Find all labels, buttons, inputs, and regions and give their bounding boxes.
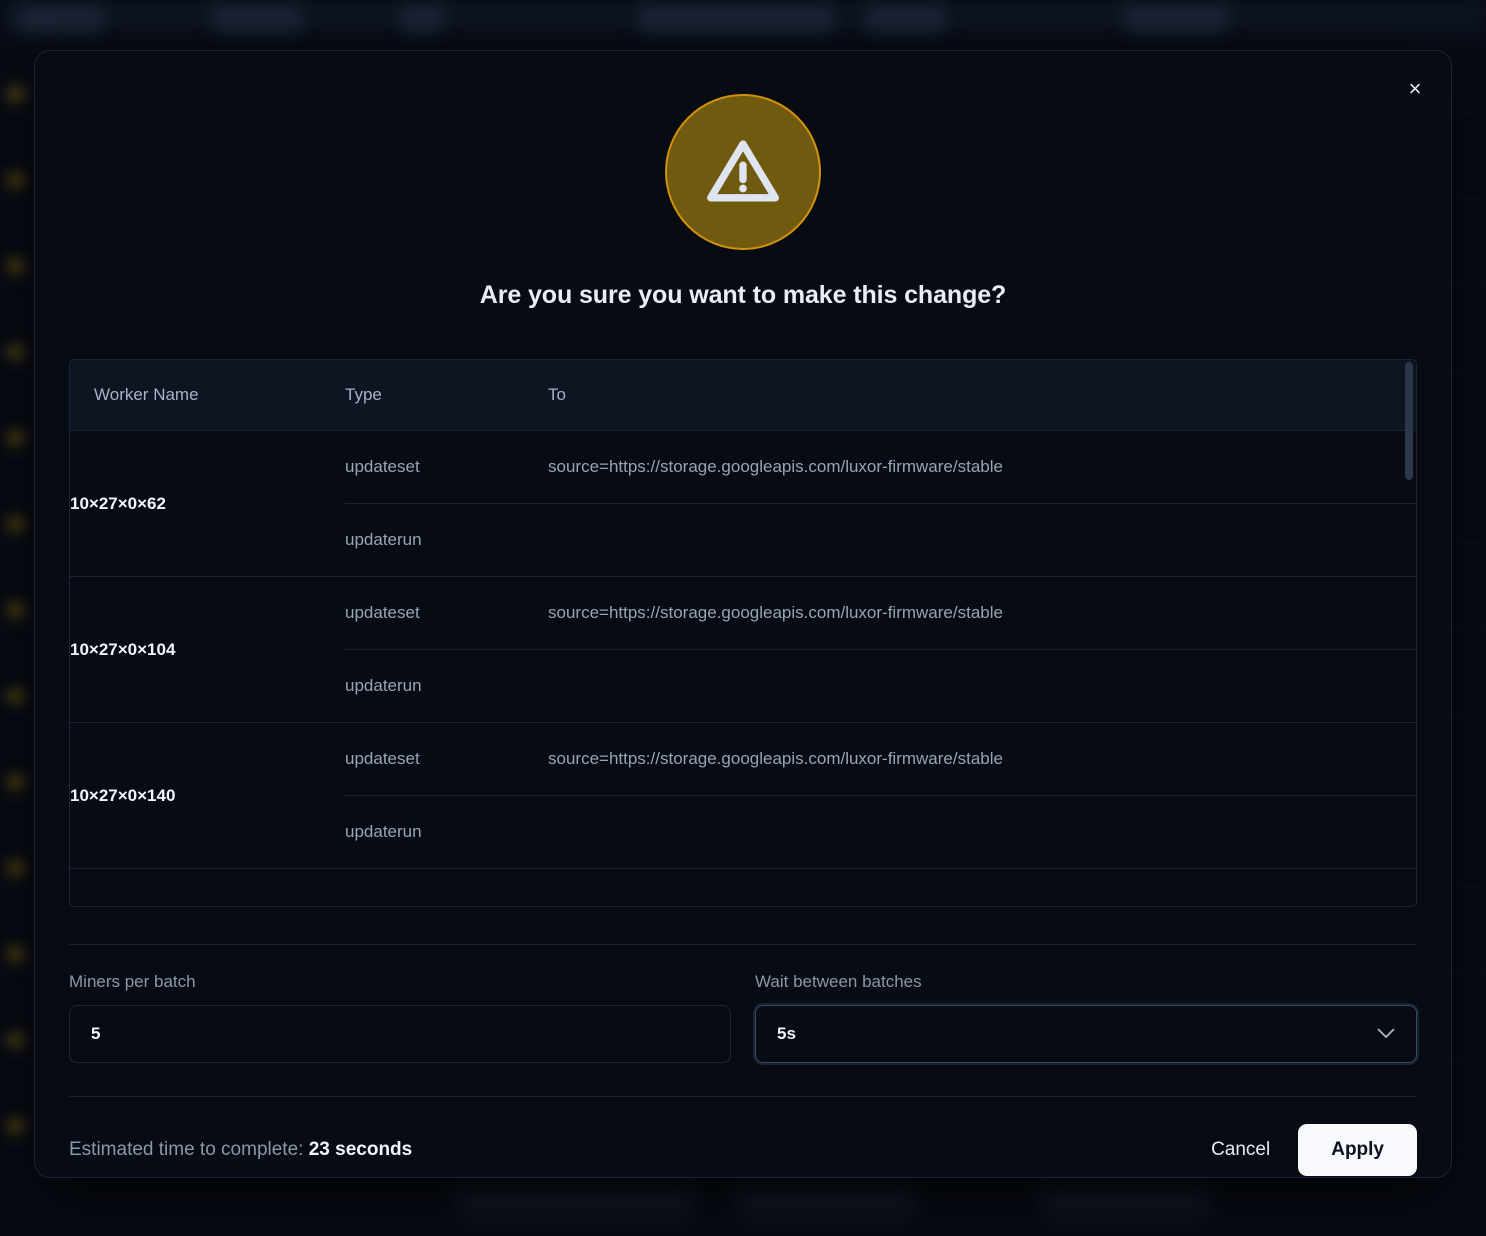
entry-type: updaterun — [345, 650, 548, 723]
entry-row: updateset source=https://storage.googlea… — [345, 431, 1416, 504]
estimated-time-label: Estimated time to complete: — [69, 1139, 303, 1160]
table-body: 10×27×0×62 updateset source=https://stor… — [70, 431, 1416, 907]
table-row-partial — [70, 869, 1416, 907]
entry-type: updateset — [345, 431, 548, 504]
confirmation-modal: × Are you sure you want to make this cha… — [34, 50, 1452, 1178]
backdrop-blob — [1040, 1186, 1210, 1218]
warning-triangle-icon — [665, 94, 821, 250]
modal-footer: Estimated time to complete: 23 seconds C… — [69, 1096, 1417, 1176]
worker-name-cell: 10×27×0×140 — [70, 723, 345, 869]
entry-to — [548, 504, 1416, 577]
backdrop-status-dot — [8, 774, 24, 790]
entry-to — [548, 796, 1416, 869]
backdrop-status-dot — [8, 430, 24, 446]
entry-to: source=https://storage.googleapis.com/lu… — [548, 431, 1416, 504]
wait-between-batches-value: 5s — [777, 1024, 796, 1044]
wait-between-batches-label: Wait between batches — [755, 972, 1417, 992]
backdrop-blob — [455, 1186, 695, 1218]
entry-to — [548, 650, 1416, 723]
backdrop-status-dot — [8, 860, 24, 876]
entry-to: source=https://storage.googleapis.com/lu… — [548, 577, 1416, 650]
backdrop-chip — [866, 6, 946, 32]
table-row: 10×27×0×104 updateset source=https://sto… — [70, 577, 1416, 723]
worker-name-cell: 10×27×0×104 — [70, 577, 345, 723]
entry-row: updateset source=https://storage.googlea… — [345, 723, 1416, 796]
table-header-row: Worker Name Type To — [70, 360, 1416, 431]
miners-per-batch-label: Miners per batch — [69, 972, 731, 992]
table-row: 10×27×0×140 updateset source=https://sto… — [70, 723, 1416, 869]
table-scrollbar[interactable] — [1405, 362, 1413, 906]
column-header-to: To — [548, 360, 1416, 431]
table-row: 10×27×0×62 updateset source=https://stor… — [70, 431, 1416, 577]
backdrop-chip — [400, 6, 444, 32]
backdrop-status-dot — [8, 602, 24, 618]
entry-type-partial — [345, 869, 548, 907]
table-scrollbar-thumb[interactable] — [1405, 362, 1413, 480]
estimated-time: Estimated time to complete: 23 seconds — [69, 1139, 412, 1161]
entry-row: updaterun — [345, 650, 1416, 723]
changes-table-region: Worker Name Type To 10×27×0×62 updateset… — [69, 359, 1417, 907]
wait-between-batches-field: Wait between batches 5s — [755, 972, 1417, 1063]
wait-between-batches-select[interactable]: 5s — [755, 1005, 1417, 1063]
entry-type: updaterun — [345, 796, 548, 869]
backdrop-status-dot — [8, 172, 24, 188]
backdrop-status-dot — [8, 1032, 24, 1048]
column-header-worker-name: Worker Name — [70, 360, 345, 431]
apply-button[interactable]: Apply — [1298, 1124, 1417, 1176]
estimated-time-value: 23 seconds — [309, 1139, 413, 1160]
section-divider — [69, 944, 1417, 945]
worker-entries-cell: updateset source=https://storage.googlea… — [345, 723, 1416, 869]
entry-to-partial — [548, 869, 1416, 907]
backdrop-chip — [638, 6, 834, 32]
backdrop-status-dot — [8, 344, 24, 360]
miners-per-batch-input[interactable]: 5 — [69, 1005, 731, 1063]
worker-entries-table: updateset source=https://storage.googlea… — [345, 723, 1416, 868]
batch-settings-form: Miners per batch 5 Wait between batches … — [69, 972, 1417, 1063]
worker-entries-cell: updateset source=https://storage.googlea… — [345, 577, 1416, 723]
backdrop-chip — [1124, 6, 1228, 32]
entry-to: source=https://storage.googleapis.com/lu… — [548, 723, 1416, 796]
backdrop-status-dot — [8, 1118, 24, 1134]
close-icon[interactable]: × — [1395, 69, 1435, 109]
entry-row: updaterun — [345, 796, 1416, 869]
backdrop-chip — [212, 6, 302, 32]
chevron-down-icon — [1377, 1027, 1395, 1042]
footer-actions: Cancel Apply — [1205, 1124, 1417, 1176]
entry-row: updateset source=https://storage.googlea… — [345, 577, 1416, 650]
backdrop-status-dot — [8, 258, 24, 274]
backdrop-status-dot — [8, 516, 24, 532]
entry-type: updaterun — [345, 504, 548, 577]
backdrop-status-dot — [8, 86, 24, 102]
entry-type: updateset — [345, 577, 548, 650]
entry-type: updateset — [345, 723, 548, 796]
backdrop-status-dot — [8, 688, 24, 704]
changes-table-scroll[interactable]: Worker Name Type To 10×27×0×62 updateset… — [70, 360, 1416, 906]
cancel-button[interactable]: Cancel — [1205, 1129, 1276, 1171]
worker-name-cell: 10×27×0×62 — [70, 431, 345, 577]
page-title: Are you sure you want to make this chang… — [35, 281, 1451, 310]
changes-table: Worker Name Type To 10×27×0×62 updateset… — [70, 360, 1416, 906]
table-header: Worker Name Type To — [70, 360, 1416, 431]
worker-entries-table: updateset source=https://storage.googlea… — [345, 431, 1416, 576]
backdrop-chip — [18, 6, 104, 32]
backdrop-status-dot — [8, 946, 24, 962]
worker-entries-cell: updateset source=https://storage.googlea… — [345, 431, 1416, 577]
miners-per-batch-field: Miners per batch 5 — [69, 972, 731, 1063]
worker-entries-table: updateset source=https://storage.googlea… — [345, 577, 1416, 722]
entry-row: updaterun — [345, 504, 1416, 577]
column-header-type: Type — [345, 360, 548, 431]
backdrop-blob — [735, 1186, 915, 1218]
worker-name-cell-partial — [70, 869, 345, 907]
